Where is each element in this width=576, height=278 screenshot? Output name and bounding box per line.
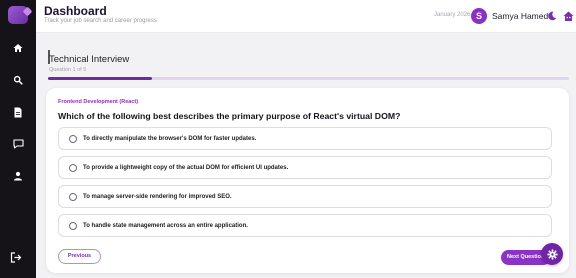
main-content: Technical Interview Question 1 of 5 Fron… [36, 33, 576, 278]
sidebar [0, 0, 36, 278]
page-title: Dashboard [44, 4, 107, 18]
question-text: Which of the following best describes th… [58, 111, 401, 121]
sidebar-nav [10, 40, 26, 184]
progress-fill [48, 77, 153, 80]
radio-button[interactable] [69, 134, 77, 143]
answer-option-label: To manage server-side rendering for impr… [83, 193, 232, 200]
settings-fab[interactable] [541, 243, 563, 265]
search-icon[interactable] [10, 72, 26, 88]
progress-bar [48, 77, 569, 80]
username[interactable]: Samya Hamed [492, 11, 548, 21]
message-icon[interactable] [10, 136, 26, 152]
gear-icon [546, 248, 558, 260]
top-header: Dashboard Track your job search and care… [36, 0, 576, 33]
answer-option[interactable]: To manage server-side rendering for impr… [58, 185, 552, 208]
radio-button[interactable] [69, 221, 77, 230]
answer-option-label: To provide a lightweight copy of the act… [83, 164, 289, 171]
avatar[interactable]: S [471, 8, 487, 24]
answer-option-label: To directly manipulate the browser's DOM… [83, 135, 257, 142]
answer-option-label: To handle state management across an ent… [83, 222, 248, 229]
home-icon[interactable] [10, 40, 26, 56]
logout-icon[interactable] [10, 250, 22, 268]
answer-option[interactable]: To provide a lightweight copy of the act… [58, 156, 552, 179]
question-category: Frontend Development (React) [58, 99, 139, 105]
answer-option[interactable]: To directly manipulate the browser's DOM… [58, 127, 552, 150]
home-bot-icon[interactable] [562, 10, 574, 22]
question-counter: Question 1 of 5 [49, 67, 87, 73]
user-icon[interactable] [10, 168, 26, 184]
question-card: Frontend Development (React) Which of th… [46, 88, 569, 273]
current-date: January 2026 [434, 12, 471, 18]
previous-button[interactable]: Previous [58, 249, 101, 264]
answer-option[interactable]: To handle state management across an ent… [58, 214, 552, 237]
radio-button[interactable] [69, 192, 77, 201]
page-subtitle: Track your job search and career progres… [44, 18, 157, 24]
app-logo[interactable] [8, 6, 28, 24]
moon-icon[interactable] [546, 10, 558, 22]
radio-button[interactable] [69, 163, 77, 172]
document-icon[interactable] [10, 104, 26, 120]
interview-title: Technical Interview [49, 54, 130, 65]
